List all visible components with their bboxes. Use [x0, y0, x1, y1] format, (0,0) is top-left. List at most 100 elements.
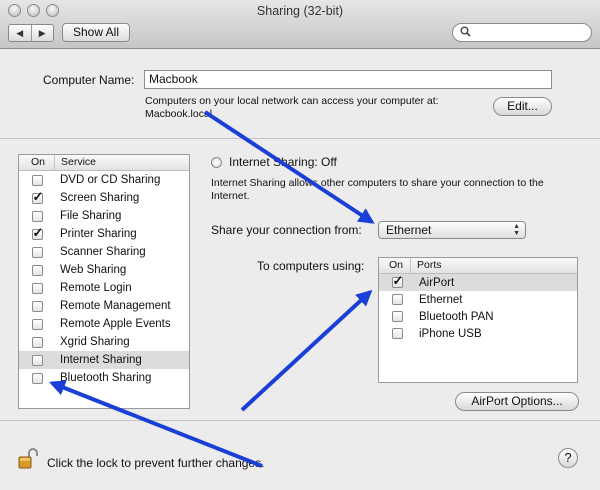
titlebar: Sharing (32-bit) ◀ ▶ Show All	[0, 0, 600, 49]
checkbox-cell	[379, 311, 415, 322]
service-label: File Sharing	[60, 210, 122, 222]
service-row-remote-login[interactable]: Remote Login	[19, 279, 189, 297]
checkbox-cell	[19, 225, 55, 241]
port-label: iPhone USB	[419, 327, 482, 340]
service-checkbox-scanner-sharing[interactable]	[31, 246, 43, 258]
ports-column-header[interactable]: Ports	[411, 258, 442, 273]
share-from-value: Ethernet	[386, 223, 432, 237]
checkbox-cell	[19, 189, 55, 205]
checkbox-cell	[19, 372, 55, 384]
service-label: Remote Apple Events	[60, 318, 171, 330]
service-column-header[interactable]: Service	[55, 155, 96, 170]
port-checkbox-airport[interactable]	[391, 273, 403, 289]
service-label: Remote Management	[60, 300, 171, 312]
service-rows: DVD or CD Sharing Screen Sharing File Shar…	[19, 171, 189, 387]
service-label: Printer Sharing	[60, 228, 137, 240]
service-label: Scanner Sharing	[60, 246, 146, 258]
service-checkbox-screen-sharing[interactable]	[31, 189, 43, 205]
checkbox-cell	[379, 328, 415, 339]
service-label: Xgrid Sharing	[60, 336, 130, 348]
lock-message: Click the lock to prevent further change…	[47, 456, 265, 470]
back-arrow-icon[interactable]: ◀	[9, 25, 32, 41]
service-row-bluetooth-sharing[interactable]: Bluetooth Sharing	[19, 369, 189, 387]
service-row-file-sharing[interactable]: File Sharing	[19, 207, 189, 225]
service-row-screen-sharing[interactable]: Screen Sharing	[19, 189, 189, 207]
service-checkbox-xgrid-sharing[interactable]	[31, 336, 43, 348]
service-row-scanner-sharing[interactable]: Scanner Sharing	[19, 243, 189, 261]
forward-arrow-icon[interactable]: ▶	[32, 25, 54, 41]
port-row-iphone-usb[interactable]: iPhone USB	[379, 325, 577, 342]
service-checkbox-dvd-or-cd-sharing[interactable]	[31, 174, 43, 186]
service-row-remote-apple-events[interactable]: Remote Apple Events	[19, 315, 189, 333]
checkbox-cell	[19, 174, 55, 186]
internet-sharing-description: Internet Sharing allows other computers …	[211, 177, 544, 202]
service-row-web-sharing[interactable]: Web Sharing	[19, 261, 189, 279]
internet-sharing-status-indicator	[211, 157, 222, 168]
port-label: Bluetooth PAN	[419, 310, 494, 323]
airport-options-button[interactable]: AirPort Options...	[455, 392, 579, 411]
computer-name-field[interactable]: Macbook	[144, 70, 552, 89]
port-row-ethernet[interactable]: Ethernet	[379, 291, 577, 308]
ports-list: On Ports AirPort Ethernet Bluetooth PAN iPh…	[378, 257, 578, 383]
section-divider	[0, 138, 600, 139]
to-computers-label: To computers using:	[257, 259, 365, 273]
port-checkbox-iphone-usb[interactable]	[391, 328, 403, 339]
sharing-window: Sharing (32-bit) ◀ ▶ Show All Computer N…	[0, 0, 600, 490]
service-checkbox-remote-login[interactable]	[31, 282, 43, 294]
service-row-internet-sharing[interactable]: Internet Sharing	[19, 351, 189, 369]
checkbox-cell	[379, 294, 415, 305]
port-row-bluetooth-pan[interactable]: Bluetooth PAN	[379, 308, 577, 325]
ports-list-header: On Ports	[379, 258, 577, 274]
service-checkbox-internet-sharing[interactable]	[31, 354, 43, 366]
local-hostname: Macbook.local	[145, 108, 213, 120]
port-label: Ethernet	[419, 293, 463, 306]
popup-arrows-icon: ▲ ▼	[513, 223, 520, 237]
service-label: Remote Login	[60, 282, 132, 294]
service-list-header: On Service	[19, 155, 189, 171]
show-all-button[interactable]: Show All	[62, 23, 130, 42]
checkbox-cell	[19, 210, 55, 222]
arrow-to-airport-port	[240, 289, 373, 412]
internet-sharing-status: Internet Sharing: Off	[229, 155, 337, 169]
help-button[interactable]: ?	[558, 448, 578, 468]
window-title: Sharing (32-bit)	[256, 4, 344, 18]
checkbox-cell	[19, 318, 55, 330]
share-from-popup[interactable]: Ethernet ▲ ▼	[378, 221, 526, 239]
service-label: Internet Sharing	[60, 354, 142, 366]
service-checkbox-file-sharing[interactable]	[31, 210, 43, 222]
search-field[interactable]	[452, 23, 592, 42]
service-label: Bluetooth Sharing	[60, 372, 152, 384]
checkbox-cell	[19, 282, 55, 294]
service-label: DVD or CD Sharing	[60, 174, 161, 186]
checkbox-cell	[19, 264, 55, 276]
port-rows: AirPort Ethernet Bluetooth PAN iPhone USB	[379, 273, 577, 342]
share-from-label: Share your connection from:	[211, 223, 362, 237]
computer-name-label: Computer Name:	[43, 73, 135, 87]
port-checkbox-ethernet[interactable]	[391, 294, 403, 305]
checkbox-cell	[19, 336, 55, 348]
service-row-printer-sharing[interactable]: Printer Sharing	[19, 225, 189, 243]
edit-button[interactable]: Edit...	[493, 97, 552, 116]
lock-icon[interactable]	[17, 448, 39, 470]
checkbox-cell	[19, 354, 55, 366]
footer-divider	[0, 420, 600, 421]
search-icon	[460, 26, 471, 40]
on-column-header[interactable]: On	[19, 155, 55, 170]
port-row-airport[interactable]: AirPort	[379, 273, 577, 291]
checkbox-cell	[379, 273, 415, 289]
ports-on-column-header[interactable]: On	[379, 258, 411, 273]
service-row-xgrid-sharing[interactable]: Xgrid Sharing	[19, 333, 189, 351]
service-checkbox-remote-management[interactable]	[31, 300, 43, 312]
back-forward-control: ◀ ▶	[8, 24, 54, 42]
checkbox-cell	[19, 246, 55, 258]
service-checkbox-remote-apple-events[interactable]	[31, 318, 43, 330]
service-checkbox-web-sharing[interactable]	[31, 264, 43, 276]
service-checkbox-printer-sharing[interactable]	[31, 225, 43, 241]
service-row-dvd-or-cd-sharing[interactable]: DVD or CD Sharing	[19, 171, 189, 189]
service-list: On Service DVD or CD Sharing Screen Shari…	[18, 154, 190, 409]
port-checkbox-bluetooth-pan[interactable]	[391, 311, 403, 322]
service-checkbox-bluetooth-sharing[interactable]	[31, 372, 43, 384]
service-label: Web Sharing	[60, 264, 127, 276]
service-label: Screen Sharing	[60, 192, 140, 204]
service-row-remote-management[interactable]: Remote Management	[19, 297, 189, 315]
